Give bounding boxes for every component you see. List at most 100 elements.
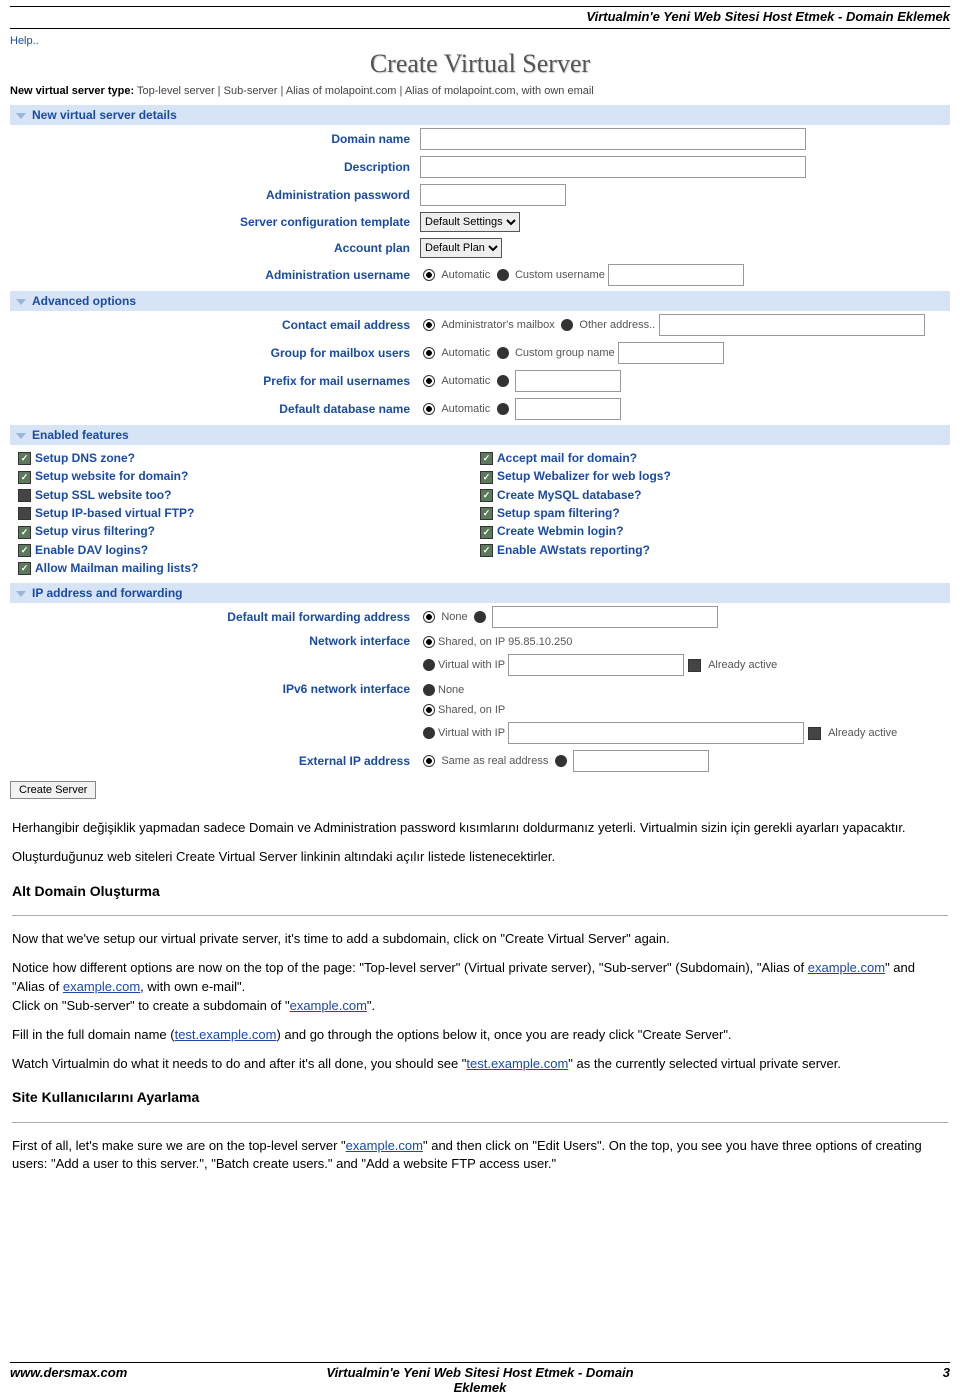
tmpl-select[interactable]: Default Settings (420, 212, 520, 232)
feature-chk[interactable]: ✓Setup Webalizer for web logs? (480, 467, 942, 485)
link-testexample[interactable]: test.example.com (466, 1056, 568, 1071)
radio[interactable] (497, 403, 509, 415)
plan-select[interactable]: Default Plan (420, 238, 502, 258)
radio-label: Automatic (441, 375, 490, 387)
feature-chk[interactable]: ✓Setup DNS zone? (18, 449, 480, 467)
radio[interactable] (497, 375, 509, 387)
radio-auto[interactable] (423, 269, 435, 281)
section-ip[interactable]: IP address and forwarding (10, 583, 950, 603)
netif-label: Network interface (10, 634, 420, 648)
mailfwd-label: Default mail forwarding address (10, 610, 420, 624)
chk-label: Already active (828, 727, 897, 739)
radio[interactable] (423, 755, 435, 767)
server-type-row: New virtual server type: Top-level serve… (10, 85, 950, 97)
article-p: Oluşturduğunuz web siteleri Create Virtu… (12, 848, 948, 867)
link-example[interactable]: example.com (63, 979, 140, 994)
article-p: Now that we've setup our virtual private… (12, 930, 948, 949)
radio[interactable] (423, 727, 435, 739)
feature-label: Accept mail for domain? (497, 451, 637, 465)
mailfwd-input[interactable] (492, 606, 718, 628)
radio[interactable] (423, 319, 435, 331)
article-heading: Site Kullanıcılarını Ayarlama (12, 1087, 948, 1107)
feature-chk[interactable]: ✓Allow Mailman mailing lists? (18, 559, 480, 577)
feature-chk[interactable]: ✓Accept mail for domain? (480, 449, 942, 467)
radio-label: Automatic (441, 403, 490, 415)
dbname-input[interactable] (515, 398, 621, 420)
feature-chk[interactable]: Setup SSL website too? (18, 486, 480, 504)
radio-label: None (441, 611, 467, 623)
virtualip-input[interactable] (508, 654, 684, 676)
link-example[interactable]: example.com (290, 998, 367, 1013)
feature-label: Allow Mailman mailing lists? (35, 561, 198, 575)
radio[interactable] (423, 347, 435, 359)
radio-label: Same as real address (441, 755, 548, 767)
link-example[interactable]: example.com (808, 960, 885, 975)
page-title: Create Virtual Server (10, 49, 950, 79)
extip-input[interactable] (573, 750, 709, 772)
groupname-input[interactable] (618, 342, 724, 364)
feature-chk[interactable]: ✓Enable DAV logins? (18, 541, 480, 559)
radio-custom[interactable] (497, 269, 509, 281)
feature-label: Setup IP-based virtual FTP? (35, 506, 194, 520)
adminpw-label: Administration password (10, 188, 420, 202)
extip-label: External IP address (10, 754, 420, 768)
domain-input[interactable] (420, 128, 806, 150)
radio[interactable] (423, 636, 435, 648)
article-heading: Alt Domain Oluşturma (12, 881, 948, 901)
server-type-opt[interactable]: Alias of molapoint.com, with own email (405, 85, 594, 97)
custom-user-input[interactable] (608, 264, 744, 286)
chevron-down-icon (16, 113, 26, 119)
feature-label: Setup SSL website too? (35, 488, 171, 502)
help-link[interactable]: Help.. (10, 35, 950, 47)
article-p: Watch Virtualmin do what it needs to do … (12, 1055, 948, 1074)
feature-chk[interactable]: ✓Setup website for domain? (18, 467, 480, 485)
server-type-opt[interactable]: Alias of molapoint.com (286, 85, 397, 97)
radio-custom-label: Custom username (515, 269, 605, 281)
server-type-opt[interactable]: Sub-server (224, 85, 278, 97)
section-details[interactable]: New virtual server details (10, 105, 950, 125)
ipv6-input[interactable] (508, 722, 804, 744)
feature-chk[interactable]: ✓Setup virus filtering? (18, 522, 480, 540)
radio[interactable] (423, 611, 435, 623)
chk-label: Already active (708, 659, 777, 671)
radio[interactable] (423, 684, 435, 696)
checkbox[interactable] (688, 659, 701, 672)
desc-input[interactable] (420, 156, 806, 178)
radio-label: Shared, on IP 95.85.10.250 (438, 636, 572, 648)
link-example[interactable]: example.com (346, 1138, 423, 1153)
radio[interactable] (474, 611, 486, 623)
prefix-input[interactable] (515, 370, 621, 392)
section-advanced[interactable]: Advanced options (10, 291, 950, 311)
radio[interactable] (561, 319, 573, 331)
ipv6-label: IPv6 network interface (10, 682, 420, 696)
radio-label: Shared, on IP (438, 704, 505, 716)
section-ip-label: IP address and forwarding (32, 586, 182, 600)
create-server-button[interactable]: Create Server (10, 781, 96, 799)
feature-label: Setup DNS zone? (35, 451, 135, 465)
link-testexample[interactable]: test.example.com (175, 1027, 277, 1042)
checkbox[interactable] (808, 727, 821, 740)
radio[interactable] (423, 704, 435, 716)
section-features[interactable]: Enabled features (10, 425, 950, 445)
radio-label: Automatic (441, 347, 490, 359)
contact-label: Contact email address (10, 318, 420, 332)
feature-chk[interactable]: Setup IP-based virtual FTP? (18, 504, 480, 522)
radio-label: Virtual with IP (438, 659, 505, 671)
radio-auto-label: Automatic (441, 269, 490, 281)
feature-chk[interactable]: ✓Enable AWstats reporting? (480, 541, 942, 559)
feature-label: Enable AWstats reporting? (497, 543, 650, 557)
feature-chk[interactable]: ✓Create Webmin login? (480, 522, 942, 540)
radio[interactable] (555, 755, 567, 767)
radio[interactable] (423, 375, 435, 387)
feature-chk[interactable]: ✓Create MySQL database? (480, 486, 942, 504)
page-footer: www.dersmax.com Virtualmin'e Yeni Web Si… (10, 1362, 950, 1395)
radio[interactable] (423, 403, 435, 415)
server-type-opt[interactable]: Top-level server (137, 85, 215, 97)
desc-label: Description (10, 160, 420, 174)
adminpw-input[interactable] (420, 184, 566, 206)
other-address-input[interactable] (659, 314, 925, 336)
feature-chk[interactable]: ✓Setup spam filtering? (480, 504, 942, 522)
radio[interactable] (497, 347, 509, 359)
article-p: Herhangibir değişiklik yapmadan sadece D… (12, 819, 948, 838)
radio[interactable] (423, 659, 435, 671)
